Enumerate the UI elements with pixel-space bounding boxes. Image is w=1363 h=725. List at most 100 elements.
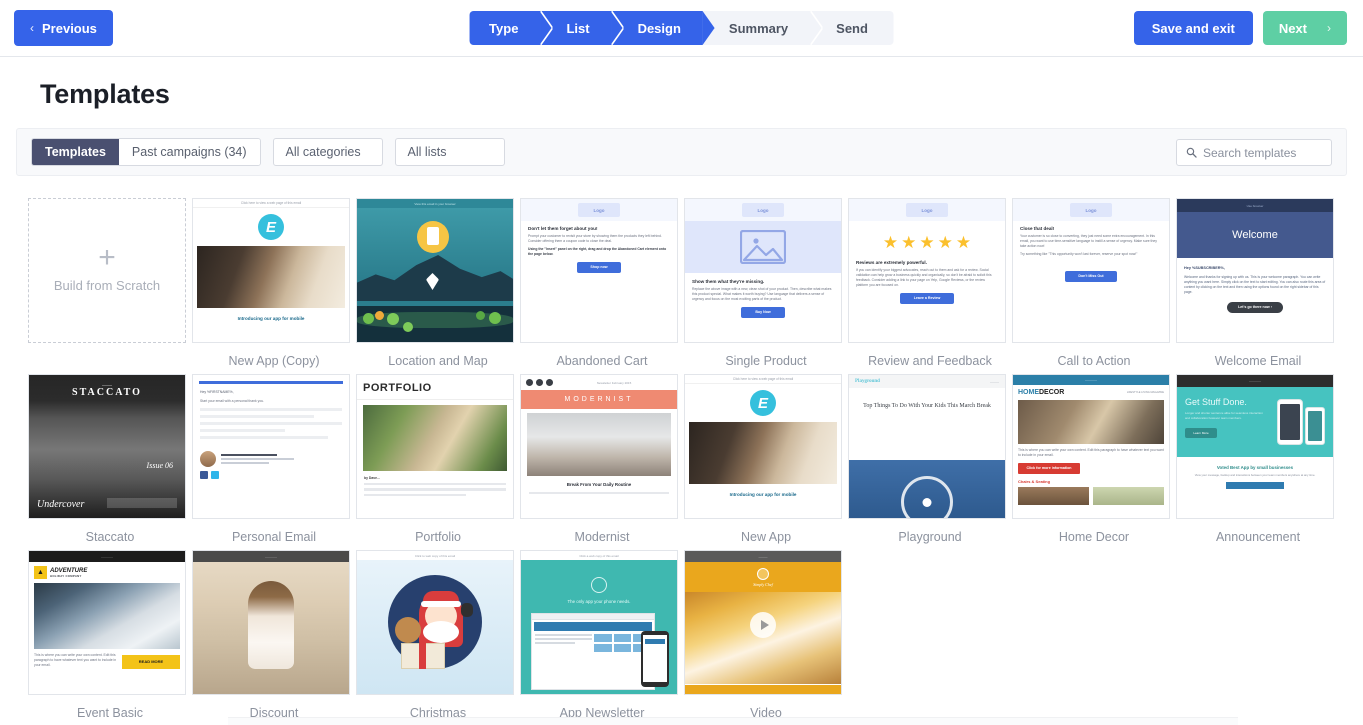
brand-subtitle: HOLIDAY COMPANY — [50, 574, 87, 578]
template-card[interactable]: ———— Get Stuff Done. Longer and shorter … — [1176, 374, 1334, 519]
star-icon: ★ — [937, 233, 953, 252]
tn-text: Reviews are extremely powerful. — [856, 260, 927, 265]
save-and-exit-button[interactable]: Save and exit — [1133, 11, 1253, 45]
thumbnail-photo — [363, 405, 507, 471]
brand-badge-icon: E — [258, 214, 284, 240]
template-card[interactable]: Logo Show them what they're missing. Rep… — [684, 198, 842, 343]
template-card[interactable]: Click here to view a web page of this em… — [192, 198, 350, 343]
phone-mockup — [1277, 399, 1303, 445]
list-filter-label: All lists — [407, 145, 447, 159]
step-list-label: List — [566, 20, 590, 36]
template-cell: ———— ▲ ADVENTURE HOLIDAY COMPANY This is… — [28, 550, 192, 725]
template-card[interactable]: PORTFOLIO by Dave... — [356, 374, 514, 519]
template-card[interactable]: View this email in your browser — [356, 198, 514, 343]
next-button[interactable]: Next › — [1262, 11, 1347, 45]
tab-templates[interactable]: Templates — [32, 139, 119, 165]
tn-text: Start your email with a personal thank y… — [200, 399, 265, 403]
template-name: Portfolio — [415, 530, 461, 544]
facebook-icon — [200, 470, 208, 479]
list-filter-dropdown[interactable]: All lists — [394, 138, 505, 166]
template-card[interactable]: Logo Close that deal! Your customer is s… — [1012, 198, 1170, 343]
template-card[interactable]: Playground ——— Top Things To Do With You… — [848, 374, 1006, 519]
tn-text: Replace the above image with a new, clea… — [692, 287, 832, 301]
template-card[interactable]: ———— — [192, 550, 350, 695]
headline: The only app your phone needs. — [521, 599, 677, 604]
template-cell: Click here to view a web page of this em… — [684, 374, 848, 550]
template-card[interactable]: Click here to view a web page of this em… — [684, 374, 842, 519]
star-icon: ★ — [919, 233, 935, 252]
thumbnail-photo — [527, 413, 671, 476]
tn-text: Top Things To Do With Your Kids This Mar… — [863, 403, 991, 409]
template-card[interactable]: Logo Don't let them forget about you! Pr… — [520, 198, 678, 343]
image-placeholder-icon — [685, 221, 841, 273]
step-design[interactable]: Design — [611, 11, 715, 45]
template-name: Personal Email — [231, 530, 317, 544]
template-name: New App — [740, 530, 792, 544]
template-card[interactable]: Newsletter February 2015 MODERNIST Break… — [520, 374, 678, 519]
social-icon — [546, 379, 553, 386]
template-card[interactable]: STACCATO —— Issue 06 Undercover — [28, 374, 186, 519]
rating-stars: ★ ★ ★ ★ ★ — [849, 234, 1005, 251]
template-name: Location and Map — [388, 354, 488, 368]
tn-text: Welcome — [1232, 229, 1278, 241]
category-filter-label: All categories — [285, 145, 361, 159]
avatar — [200, 450, 216, 467]
template-name: Announcement — [1215, 530, 1301, 544]
template-name: Review and Feedback — [868, 354, 992, 368]
tn-text: Prompt your customer to revisit your sto… — [528, 234, 662, 243]
balloon-icon — [417, 221, 449, 253]
browser-mockup — [531, 613, 655, 690]
template-card[interactable]: ———— HOMEDECOR LIFESTYLE LIVING MAGAZINE… — [1012, 374, 1170, 519]
tn-text: Hey %SUBSCRIBER%, — [1184, 266, 1225, 270]
tn-text: Use browser — [1246, 203, 1264, 208]
tn-text: Introducing our app for mobile — [237, 316, 305, 321]
template-card[interactable]: Hey %FIRSTNAME%, Start your email with a… — [192, 374, 350, 519]
footline: Voted Best App by small businesses — [1177, 457, 1333, 473]
category-filter-dropdown[interactable]: All categories — [272, 138, 383, 166]
tn-text: Playground — [855, 379, 880, 384]
template-card[interactable]: Logo ★ ★ ★ ★ ★ Reviews are extremely pow… — [848, 198, 1006, 343]
caption: Undercover — [37, 499, 84, 510]
phone-mockup — [641, 631, 669, 687]
phone-mockup — [1305, 407, 1325, 445]
template-cell: PORTFOLIO by Dave... Portfolio — [356, 374, 520, 550]
save-and-exit-label: Save and exit — [1151, 20, 1235, 36]
tn-text: Try something like "This opportunity won… — [1020, 251, 1138, 256]
thumbnail-photo — [849, 460, 1005, 518]
step-summary[interactable]: Summary — [702, 11, 823, 45]
template-cell: STACCATO —— Issue 06 Undercover Staccato — [28, 374, 192, 550]
tn-text: Issue 06 — [146, 461, 173, 470]
tab-past-campaigns[interactable]: Past campaigns (34) — [118, 139, 260, 165]
tn-text: Hey %FIRSTNAME%, — [200, 390, 234, 394]
template-name: New App (Copy) — [228, 354, 320, 368]
search-input[interactable]: Search templates — [1176, 139, 1332, 166]
previous-button[interactable]: ‹ Previous — [14, 10, 113, 46]
template-card[interactable]: Click to web copy of this email — [356, 550, 514, 695]
page-title: Templates — [40, 79, 170, 109]
play-icon[interactable] — [750, 612, 776, 638]
template-cell: Click a web copy of this email The only … — [520, 550, 684, 725]
chevron-right-icon: › — [1327, 21, 1331, 35]
tn-text: Chairs & Seating — [1018, 478, 1051, 484]
step-send[interactable]: Send — [810, 11, 894, 45]
tn-text: Logo — [1085, 207, 1097, 213]
template-cell: Logo Show them what they're missing. Rep… — [684, 198, 848, 374]
logo-wordmark: Simply Chef — [753, 581, 773, 587]
template-name: Welcome Email — [1214, 354, 1302, 368]
santa-beard — [423, 621, 459, 643]
search-icon — [1186, 147, 1197, 158]
tagline: LIFESTYLE LIVING MAGAZINE — [1127, 391, 1164, 394]
template-card[interactable]: ———— ▲ ADVENTURE HOLIDAY COMPANY This is… — [28, 550, 186, 695]
template-card[interactable]: Click a web copy of this email The only … — [520, 550, 678, 695]
template-card[interactable]: ——— Simply Chef — [684, 550, 842, 695]
step-type[interactable]: Type — [469, 11, 553, 45]
build-from-scratch-card[interactable]: + Build from Scratch — [28, 198, 186, 343]
tn-text: Your customer is so close to converting,… — [1020, 234, 1157, 248]
template-card[interactable]: Use browser Welcome Hey %SUBSCRIBER%, We… — [1176, 198, 1334, 343]
hero-title: Welcome — [1177, 212, 1333, 258]
content-bottom-edge — [228, 717, 1238, 725]
brand-name: MODERNIST — [521, 390, 677, 409]
template-name: Playground — [898, 530, 962, 544]
issue-number: Issue 06 — [147, 461, 173, 470]
tn-text: MODERNIST — [564, 396, 634, 403]
